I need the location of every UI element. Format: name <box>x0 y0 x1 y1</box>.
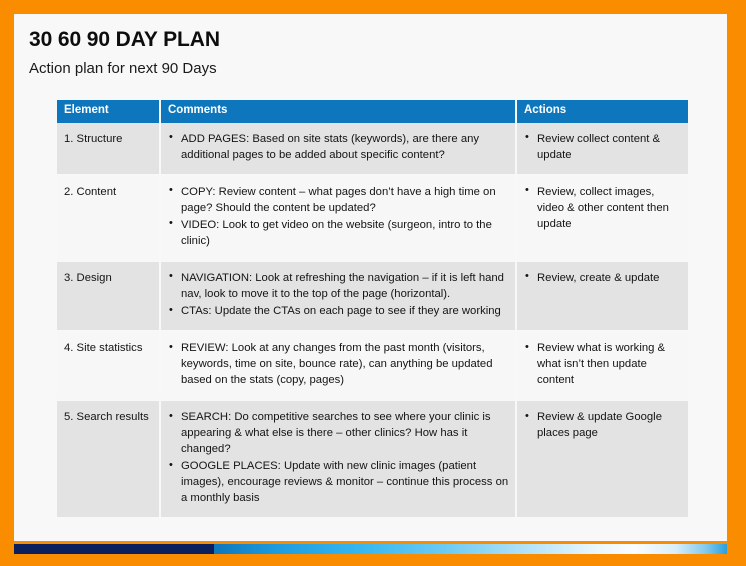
cell-comments: ADD PAGES: Based on site stats (keywords… <box>160 122 517 176</box>
list-item: SEARCH: Do competitive searches to see w… <box>168 409 509 457</box>
cell-element: 1. Structure <box>57 122 161 176</box>
table-row: 3. Design NAVIGATION: Look at refreshing… <box>57 260 688 333</box>
cell-element: 3. Design <box>57 260 161 333</box>
cell-element: 2. Content <box>57 174 161 262</box>
slide-orange-border: 30 60 90 DAY PLAN Action plan for next 9… <box>0 0 746 566</box>
cell-comments: SEARCH: Do competitive searches to see w… <box>160 400 517 518</box>
comments-bullet-list: REVIEW: Look at any changes from the pas… <box>168 340 509 388</box>
footer-bar-gradient-segment <box>213 544 727 554</box>
actions-bullet-list: Review, create & update <box>524 269 682 286</box>
column-header-comments: Comments <box>160 100 517 123</box>
table-row: 4. Site statistics REVIEW: Look at any c… <box>57 331 688 402</box>
slide-header: 30 60 90 DAY PLAN Action plan for next 9… <box>14 14 727 78</box>
action-plan-table: Element Comments Actions 1. Structure AD… <box>57 100 688 518</box>
cell-element: 5. Search results <box>57 400 161 518</box>
cell-actions: Review what is working & what isn’t then… <box>516 331 688 402</box>
page-title: 30 60 90 DAY PLAN <box>29 28 220 51</box>
comments-bullet-list: ADD PAGES: Based on site stats (keywords… <box>168 130 509 163</box>
table-row: 1. Structure ADD PAGES: Based on site st… <box>57 122 688 176</box>
list-item: Review what is working & what isn’t then… <box>524 340 682 388</box>
cell-actions: Review collect content & update <box>516 122 688 176</box>
list-item: ADD PAGES: Based on site stats (keywords… <box>168 130 509 163</box>
list-item: REVIEW: Look at any changes from the pas… <box>168 340 509 388</box>
cell-comments: NAVIGATION: Look at refreshing the navig… <box>160 260 517 333</box>
column-header-actions: Actions <box>516 100 688 123</box>
list-item: Review collect content & update <box>524 130 682 163</box>
cell-comments: COPY: Review content – what pages don’t … <box>160 174 517 262</box>
list-item: GOOGLE PLACES: Update with new clinic im… <box>168 458 509 506</box>
list-item: NAVIGATION: Look at refreshing the navig… <box>168 269 509 302</box>
actions-bullet-list: Review what is working & what isn’t then… <box>524 340 682 388</box>
footer-bar-navy-segment <box>14 544 214 554</box>
actions-bullet-list: Review & update Google places page <box>524 409 682 441</box>
cell-actions: Review, create & update <box>516 260 688 333</box>
comments-bullet-list: COPY: Review content – what pages don’t … <box>168 183 509 249</box>
column-header-element: Element <box>57 100 161 123</box>
cell-actions: Review & update Google places page <box>516 400 688 518</box>
list-item: VIDEO: Look to get video on the website … <box>168 216 509 249</box>
cell-comments: REVIEW: Look at any changes from the pas… <box>160 331 517 402</box>
actions-bullet-list: Review collect content & update <box>524 130 682 163</box>
page-subtitle: Action plan for next 90 Days <box>29 60 217 78</box>
table-row: 5. Search results SEARCH: Do competitive… <box>57 400 688 518</box>
cell-actions: Review, collect images, video & other co… <box>516 174 688 262</box>
table-header-row: Element Comments Actions <box>57 100 688 123</box>
list-item: CTAs: Update the CTAs on each page to se… <box>168 303 509 319</box>
comments-bullet-list: NAVIGATION: Look at refreshing the navig… <box>168 269 509 319</box>
list-item: COPY: Review content – what pages don’t … <box>168 183 509 216</box>
table-row: 2. Content COPY: Review content – what p… <box>57 174 688 262</box>
actions-bullet-list: Review, collect images, video & other co… <box>524 183 682 232</box>
list-item: Review & update Google places page <box>524 409 682 441</box>
list-item: Review, collect images, video & other co… <box>524 183 682 232</box>
footer-accent-bar <box>14 544 727 554</box>
slide-canvas: 30 60 90 DAY PLAN Action plan for next 9… <box>14 14 727 541</box>
comments-bullet-list: SEARCH: Do competitive searches to see w… <box>168 409 509 506</box>
list-item: Review, create & update <box>524 269 682 286</box>
cell-element: 4. Site statistics <box>57 331 161 402</box>
